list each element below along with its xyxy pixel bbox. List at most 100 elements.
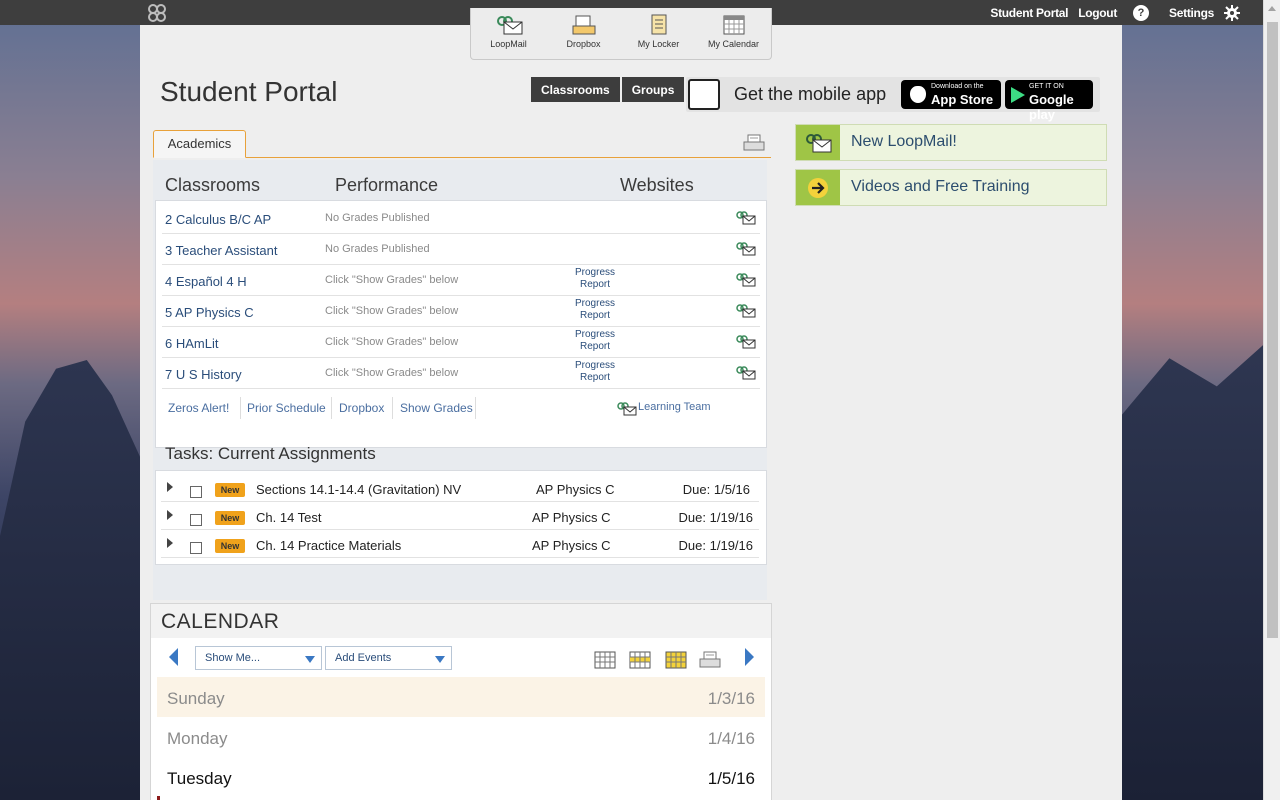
- academics-column-headers: Classrooms Performance Websites: [153, 175, 767, 197]
- classroom-website[interactable]: Progress Report: [562, 329, 628, 353]
- week-view-icon[interactable]: [629, 651, 651, 669]
- new-badge: New: [215, 483, 245, 497]
- day-date: 1/3/16: [707, 689, 755, 708]
- background-mountain-right: [1122, 330, 1280, 800]
- classroom-name[interactable]: 5 AP Physics C: [165, 305, 254, 320]
- toolbar-loopmail[interactable]: LoopMail: [472, 14, 546, 59]
- app-store-badge[interactable]: Download on the App Store: [901, 80, 1001, 109]
- mobile-app-text: Get the mobile app: [734, 84, 887, 104]
- divider: [240, 397, 241, 419]
- tab-academics[interactable]: Academics: [153, 130, 246, 158]
- tasks-title: Tasks: Current Assignments: [165, 444, 376, 463]
- task-checkbox[interactable]: [190, 514, 202, 526]
- new-loopmail-promo[interactable]: New LoopMail!: [795, 124, 1107, 161]
- google-play-small: GET IT ON: [1029, 83, 1064, 90]
- logout-link[interactable]: Logout: [1078, 6, 1117, 20]
- tasks-list: New Sections 14.1-14.4 (Gravitation) NV …: [155, 470, 767, 565]
- classrooms-button[interactable]: Classrooms: [531, 77, 620, 102]
- calendar-day-row[interactable]: Monday 1/4/16: [157, 717, 765, 757]
- previous-arrow-icon[interactable]: [169, 648, 178, 666]
- prior-schedule-link[interactable]: Prior Schedule: [247, 401, 326, 415]
- task-checkbox[interactable]: [190, 486, 202, 498]
- classroom-name[interactable]: 6 HAmLit: [165, 336, 218, 351]
- loopmail-icon: [806, 133, 832, 152]
- classroom-row: 7 U S History Click "Show Grades" below …: [162, 358, 760, 389]
- mobile-app-banner[interactable]: Get the mobile app Download on the App S…: [686, 77, 1100, 122]
- add-events-dropdown[interactable]: Add Events: [325, 646, 452, 670]
- groups-button[interactable]: Groups: [621, 77, 685, 102]
- scroll-thumb[interactable]: [1267, 22, 1278, 638]
- loopmail-icon[interactable]: [736, 211, 756, 225]
- next-arrow-icon[interactable]: [745, 648, 754, 666]
- printer-icon[interactable]: [743, 134, 765, 152]
- classroom-footer: Zeros Alert! Prior Schedule Dropbox Show…: [162, 393, 760, 421]
- toolbar-loopmail-label: LoopMail: [490, 39, 527, 49]
- task-class: AP Physics C: [532, 538, 611, 553]
- classrooms-header: Classrooms: [165, 175, 261, 195]
- day-date: 1/4/16: [707, 729, 755, 748]
- academics-tabs: Academics: [153, 130, 771, 158]
- toolbar-dropbox[interactable]: Dropbox: [547, 14, 621, 59]
- printer-icon[interactable]: [699, 651, 721, 669]
- help-icon[interactable]: ?: [1133, 4, 1150, 21]
- loopmail-icon[interactable]: [736, 304, 756, 318]
- page-scrollbar[interactable]: [1263, 0, 1280, 800]
- toolbar-locker[interactable]: My Locker: [622, 14, 696, 59]
- zeros-alert-link[interactable]: Zeros Alert!: [168, 401, 229, 415]
- classroom-performance: Click "Show Grades" below: [325, 274, 459, 286]
- schoolloop-logo-icon[interactable]: [147, 3, 167, 23]
- google-play-badge[interactable]: GET IT ON Google play: [1005, 80, 1093, 122]
- today-marker: [157, 796, 160, 800]
- chevron-down-icon: [435, 656, 445, 663]
- play-icon: [1011, 87, 1025, 103]
- classroom-performance: Click "Show Grades" below: [325, 305, 459, 317]
- expand-arrow-icon[interactable]: [167, 510, 173, 520]
- learning-team-icon: [617, 402, 637, 416]
- show-grades-link[interactable]: Show Grades: [400, 401, 473, 415]
- task-name[interactable]: Sections 14.1-14.4 (Gravitation) NV: [256, 482, 461, 497]
- loopmail-icon[interactable]: [736, 335, 756, 349]
- performance-header: Performance: [335, 175, 439, 195]
- classroom-name[interactable]: 2 Calculus B/C AP: [165, 212, 271, 227]
- expand-arrow-icon[interactable]: [167, 482, 173, 492]
- settings-link[interactable]: Settings: [1169, 6, 1214, 20]
- classroom-row: 5 AP Physics C Click "Show Grades" below…: [162, 296, 760, 327]
- gear-icon[interactable]: [1224, 4, 1240, 21]
- calendar-day-row[interactable]: Sunday 1/3/16: [157, 677, 765, 717]
- promo-icon-box: [796, 125, 840, 160]
- classroom-name[interactable]: 4 Español 4 H: [165, 274, 247, 289]
- day-view-icon[interactable]: [594, 651, 616, 669]
- show-me-dropdown[interactable]: Show Me...: [195, 646, 322, 670]
- videos-training-promo[interactable]: Videos and Free Training: [795, 169, 1107, 206]
- student-portal-link[interactable]: Student Portal: [990, 6, 1068, 20]
- app-store-small: Download on the: [931, 83, 984, 90]
- loopmail-icon[interactable]: [736, 273, 756, 287]
- classroom-name[interactable]: 7 U S History: [165, 367, 242, 382]
- dropbox-link[interactable]: Dropbox: [339, 401, 384, 415]
- classroom-website[interactable]: Progress Report: [562, 267, 628, 291]
- task-checkbox[interactable]: [190, 542, 202, 554]
- calendar-day-row[interactable]: Tuesday 1/5/16: [157, 757, 765, 797]
- loopmail-icon[interactable]: [736, 366, 756, 380]
- classroom-list: 2 Calculus B/C AP No Grades Published 3 …: [155, 200, 767, 448]
- loopmail-icon[interactable]: [736, 242, 756, 256]
- task-name[interactable]: Ch. 14 Practice Materials: [256, 538, 401, 553]
- calendar-panel: CALENDAR Show Me... Add Events Sunday 1/…: [150, 603, 772, 800]
- month-view-icon[interactable]: [665, 651, 687, 669]
- task-class: AP Physics C: [536, 482, 615, 497]
- chevron-down-icon: [305, 656, 315, 663]
- dropbox-icon: [572, 15, 595, 35]
- toolbar-calendar[interactable]: My Calendar: [697, 14, 771, 59]
- task-name[interactable]: Ch. 14 Test: [256, 510, 322, 525]
- apple-icon: [910, 86, 926, 103]
- learning-team-link[interactable]: Learning Team: [638, 401, 711, 413]
- classroom-performance: Click "Show Grades" below: [325, 367, 459, 379]
- google-play-big: Google play: [1029, 92, 1074, 122]
- task-row: New Ch. 14 Practice Materials AP Physics…: [161, 530, 759, 558]
- classroom-website[interactable]: Progress Report: [562, 298, 628, 322]
- classroom-name[interactable]: 3 Teacher Assistant: [165, 243, 278, 258]
- scroll-up-icon[interactable]: [1268, 6, 1276, 11]
- classroom-website[interactable]: Progress Report: [562, 360, 628, 384]
- expand-arrow-icon[interactable]: [167, 538, 173, 548]
- day-name: Monday: [167, 729, 228, 748]
